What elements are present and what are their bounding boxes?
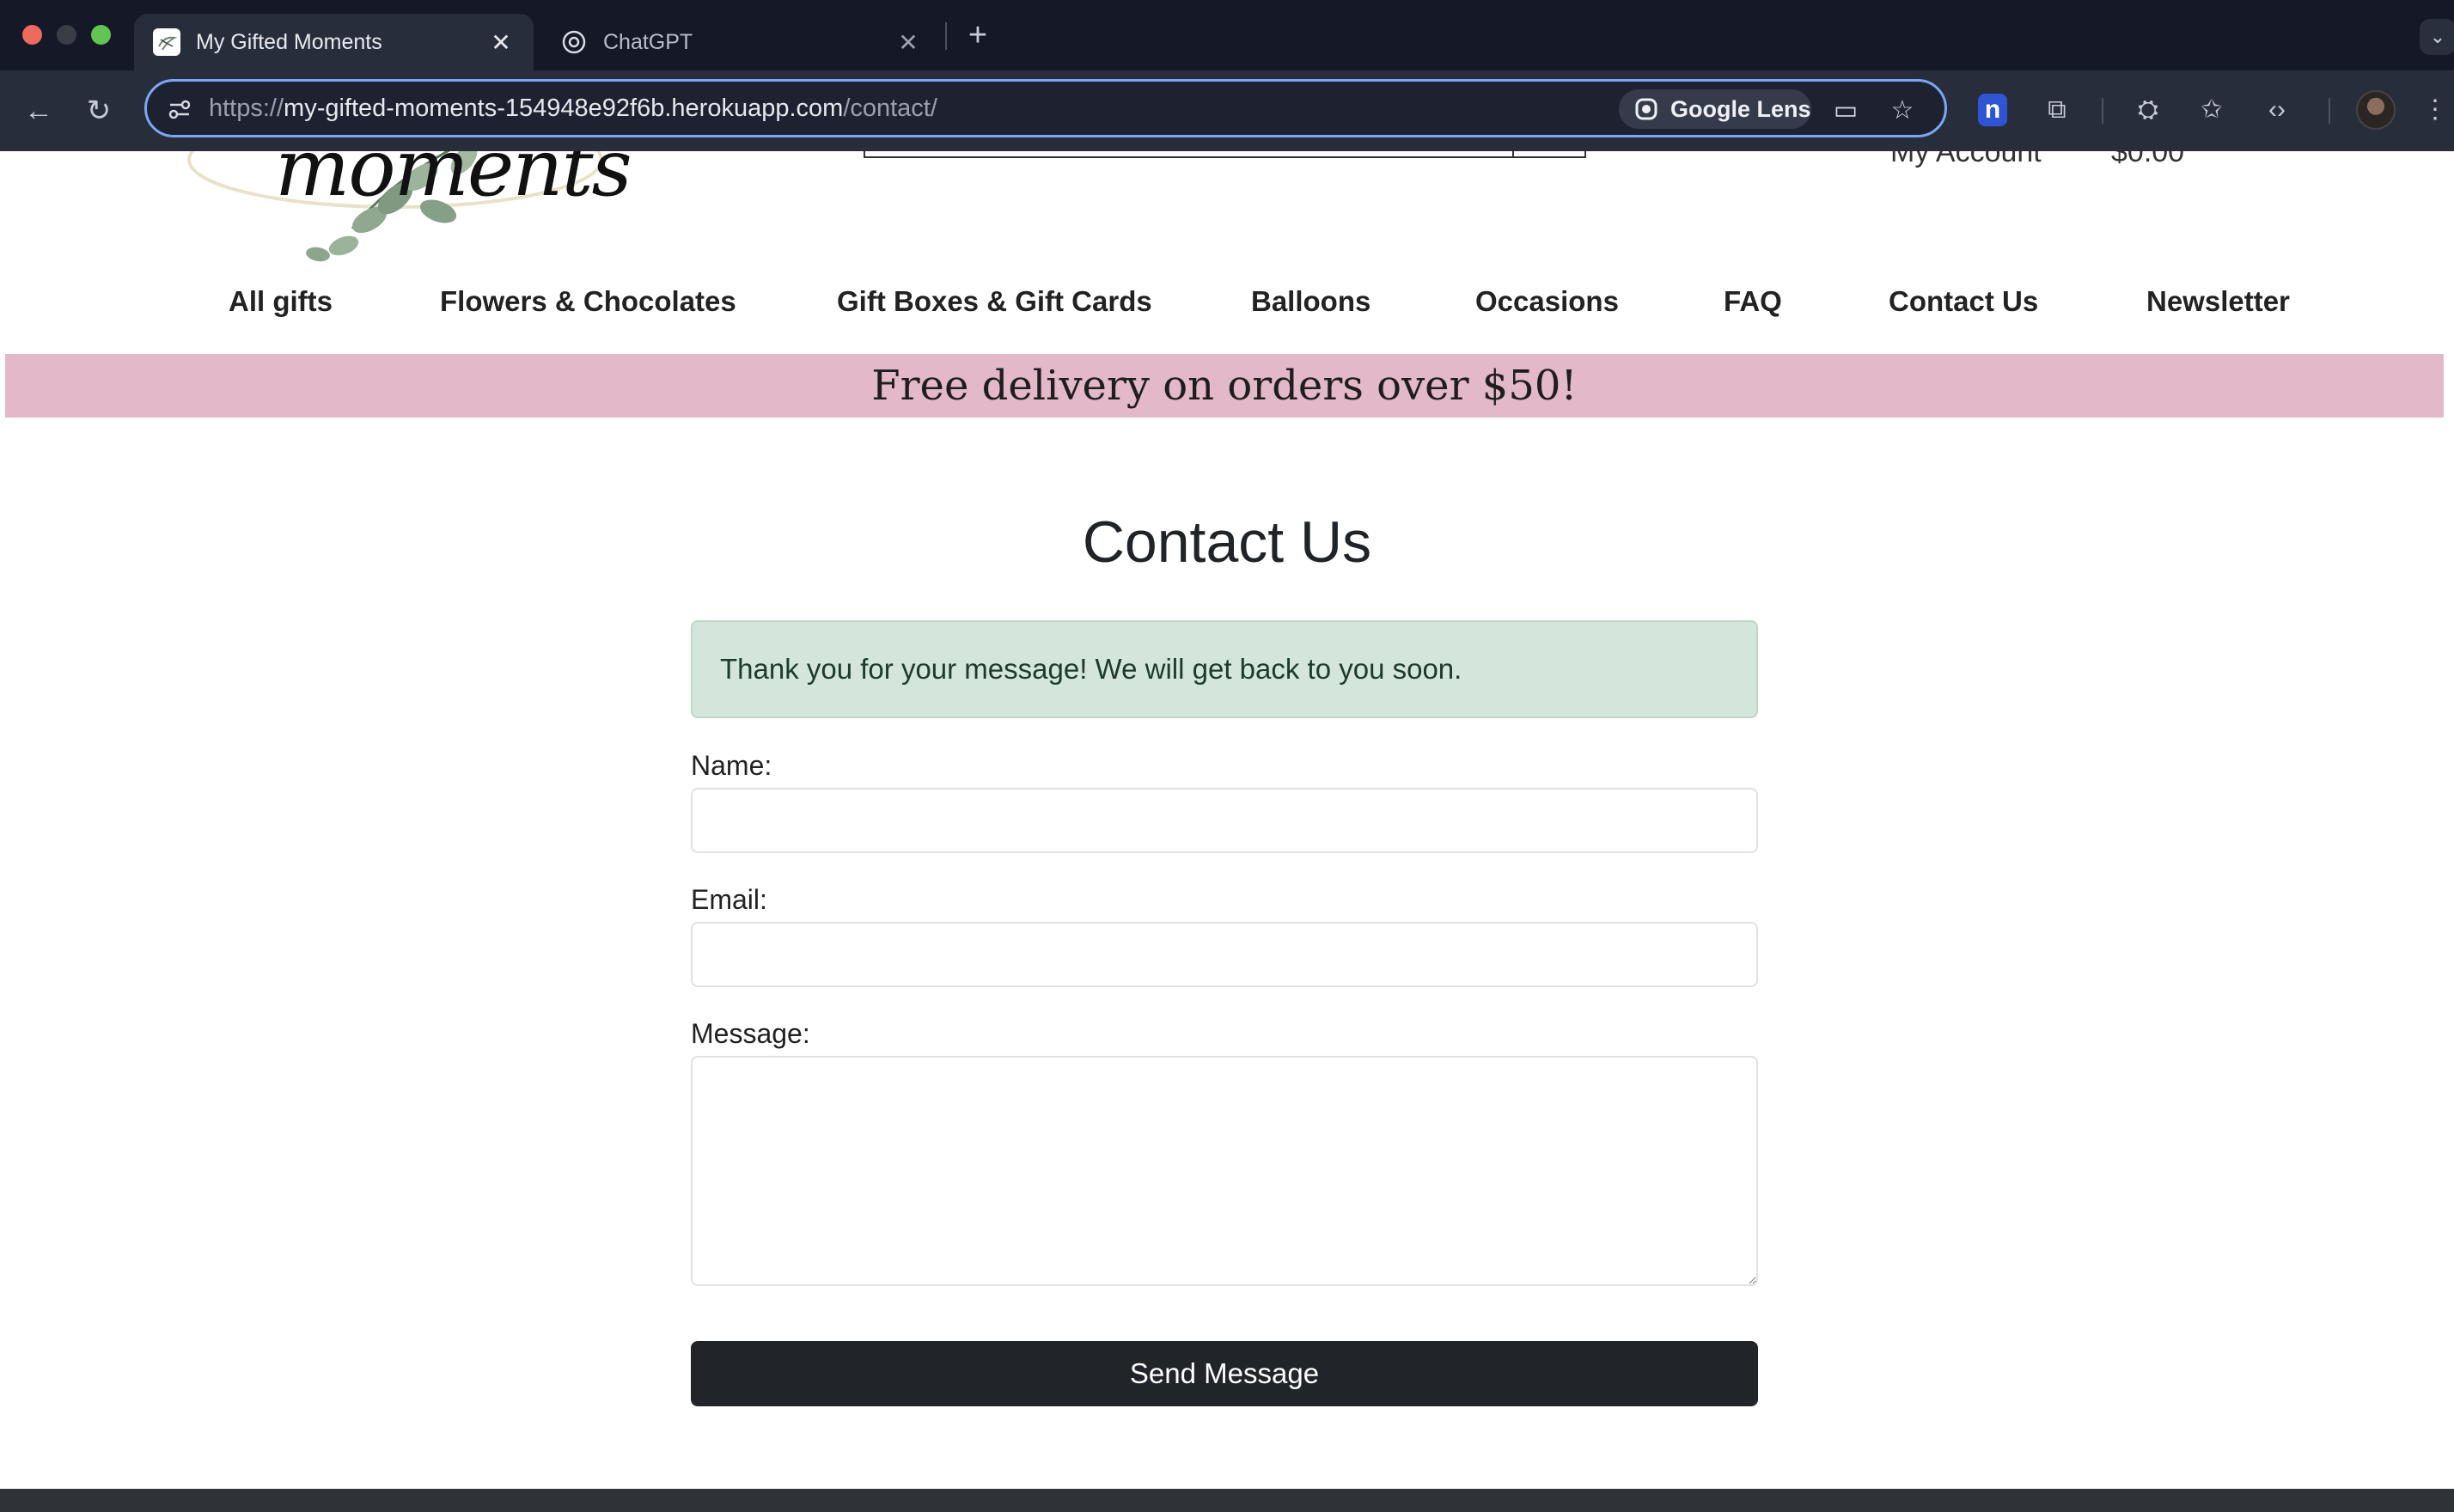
browser-tab-strip: My Gifted Moments ✕ ChatGPT ✕ + ⌄ [0, 0, 2454, 70]
main-navigation: All gifts Flowers & Chocolates Gift Boxe… [0, 285, 2454, 337]
profile-avatar[interactable] [2356, 90, 2396, 130]
nav-newsletter[interactable]: Newsletter [2146, 285, 2290, 318]
success-alert: Thank you for your message! We will get … [691, 620, 1758, 718]
google-lens-icon [1635, 98, 1657, 120]
search-button[interactable] [1512, 151, 1514, 158]
nav-faq[interactable]: FAQ [1724, 285, 1782, 318]
close-tab-icon[interactable]: ✕ [487, 28, 515, 57]
card-icon[interactable]: ▭ [1828, 94, 1863, 128]
close-tab-icon[interactable]: ✕ [894, 28, 922, 57]
email-field[interactable] [691, 922, 1758, 987]
address-bar[interactable]: https://my-gifted-moments-154948e92f6b.h… [144, 79, 1947, 137]
extension-n-icon[interactable]: n [1978, 94, 2007, 126]
new-tab-icon[interactable]: + [961, 14, 995, 57]
nav-occasions[interactable]: Occasions [1475, 285, 1619, 318]
incognito-icon[interactable]: ⛭ [2127, 89, 2169, 131]
toolbar-divider [2102, 98, 2103, 124]
menu-dots-icon[interactable]: ⋮ [2418, 89, 2452, 131]
site-favicon-icon [153, 28, 180, 56]
google-lens-label: Google Lens [1670, 95, 1811, 122]
tab-title: ChatGPT [603, 29, 693, 54]
search-input[interactable] [864, 151, 1586, 158]
nav-contact-us[interactable]: Contact Us [1889, 285, 2038, 318]
maximize-window-button[interactable] [91, 25, 111, 45]
tab-divider [945, 22, 947, 50]
google-lens-button[interactable]: Google Lens [1619, 89, 1811, 129]
email-label: Email: [691, 884, 767, 915]
name-label: Name: [691, 750, 772, 781]
promo-banner: Free delivery on orders over $50! [5, 354, 2444, 418]
nav-gift-boxes[interactable]: Gift Boxes & Gift Cards [837, 285, 1152, 318]
site-settings-icon[interactable] [166, 95, 193, 123]
url-text[interactable]: https://my-gifted-moments-154948e92f6b.h… [209, 94, 937, 123]
tab-my-gifted-moments[interactable]: My Gifted Moments ✕ [134, 14, 534, 70]
tab-search-chevron-icon[interactable]: ⌄ [2420, 19, 2454, 55]
close-window-button[interactable] [22, 25, 42, 45]
tab-title: My Gifted Moments [196, 29, 382, 54]
favorites-star-icon[interactable]: ✩ [2191, 89, 2232, 131]
message-label: Message: [691, 1018, 810, 1049]
nav-all-gifts[interactable]: All gifts [229, 285, 333, 318]
minimize-window-button[interactable] [57, 25, 76, 45]
page-footer [0, 1489, 2454, 1512]
tab-chatgpt[interactable]: ChatGPT ✕ [541, 14, 941, 70]
nav-balloons[interactable]: Balloons [1251, 285, 1370, 318]
name-field[interactable] [691, 788, 1758, 853]
extensions-puzzle-icon[interactable]: ⧉ [2036, 89, 2078, 131]
cart-total[interactable]: $0.00 [2111, 151, 2184, 169]
page-title: Contact Us [1082, 509, 1372, 575]
my-account-link[interactable]: My Account [1890, 151, 2042, 169]
bookmark-star-icon[interactable]: ☆ [1885, 94, 1920, 128]
message-textarea[interactable] [691, 1056, 1758, 1286]
toolbar-divider [2329, 98, 2330, 124]
web-page: moments My Account $0.00 All gifts Flowe… [0, 151, 2454, 1512]
chatgpt-favicon-icon [560, 28, 588, 56]
logo-text: moments [275, 151, 632, 214]
devtools-code-icon[interactable]: ‹› [2256, 89, 2298, 131]
browser-toolbar: ← ↻ https://my-gifted-moments-154948e92f… [0, 70, 2454, 151]
reload-icon[interactable]: ↻ [77, 89, 120, 132]
send-message-button[interactable]: Send Message [691, 1341, 1758, 1406]
nav-flowers-chocolates[interactable]: Flowers & Chocolates [440, 285, 736, 318]
back-arrow-icon[interactable]: ← [17, 89, 60, 132]
